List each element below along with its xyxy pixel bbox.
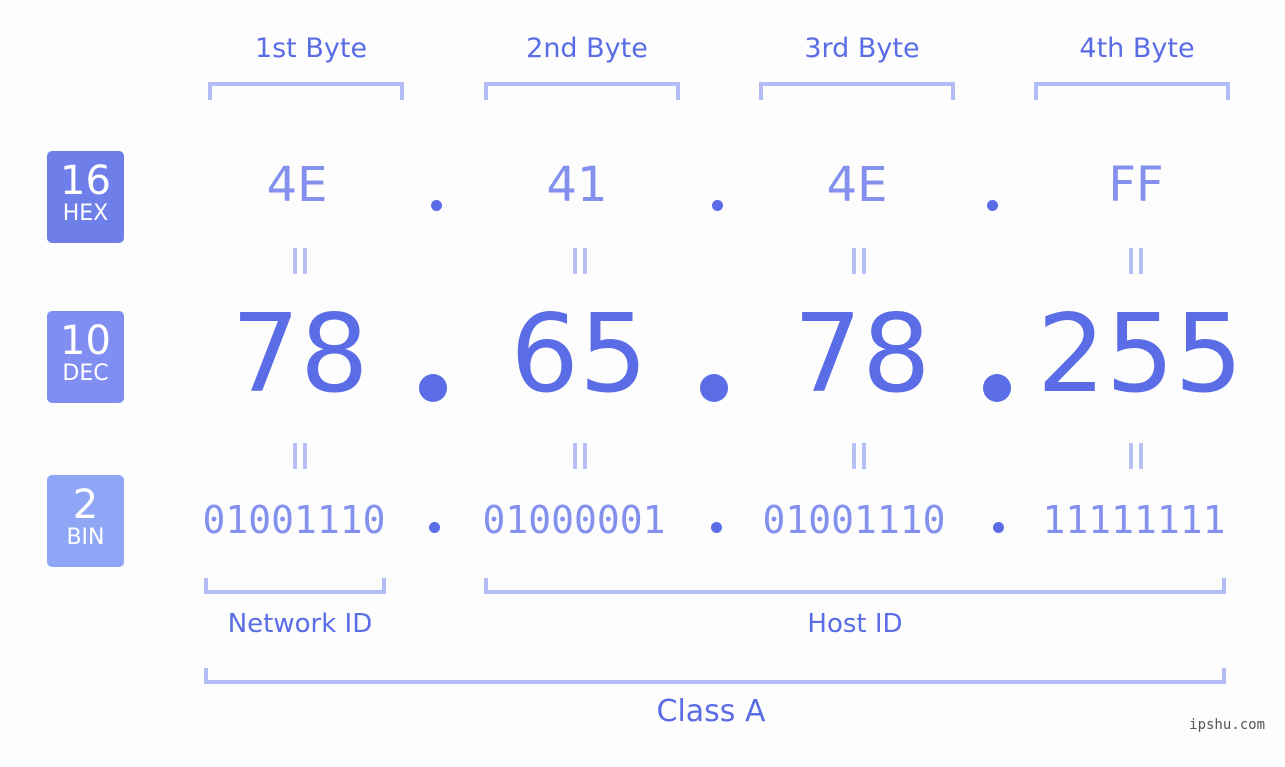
hex-byte-4: FF [1108, 157, 1164, 213]
hex-dot-1 [431, 200, 442, 211]
host-id-label: Host ID [807, 609, 903, 639]
hex-dot-2 [712, 200, 723, 211]
byte-bracket-2 [484, 82, 680, 100]
equals-icon [852, 443, 866, 469]
hex-byte-3: 4E [826, 157, 888, 213]
dec-dot-3 [983, 374, 1011, 402]
byte-label-2: 2nd Byte [526, 33, 648, 64]
bin-byte-1: 01001110 [202, 498, 386, 542]
network-id-label: Network ID [227, 609, 373, 639]
hex-badge: 16 HEX [47, 151, 124, 243]
equals-icon [573, 248, 587, 274]
watermark: ipshu.com [1189, 717, 1265, 733]
dec-byte-2: 65 [510, 292, 648, 417]
class-bracket [204, 668, 1226, 684]
bin-dot-1 [429, 522, 440, 533]
byte-bracket-1 [208, 82, 404, 100]
dec-base-label: DEC [62, 361, 109, 386]
equals-icon [1129, 248, 1143, 274]
bin-dot-2 [711, 522, 722, 533]
network-id-bracket [204, 578, 386, 594]
hex-base-label: HEX [62, 201, 109, 226]
byte-bracket-3 [759, 82, 955, 100]
dec-dot-2 [700, 374, 728, 402]
hex-base-number: 16 [60, 158, 111, 204]
hex-byte-1: 4E [266, 157, 328, 213]
bin-byte-3: 01001110 [762, 498, 946, 542]
dec-byte-1: 78 [231, 292, 369, 417]
equals-icon [293, 443, 307, 469]
bin-badge: 2 BIN [47, 475, 124, 567]
bin-byte-4: 11111111 [1042, 498, 1226, 542]
hex-byte-2: 41 [546, 157, 608, 213]
equals-icon [852, 248, 866, 274]
host-id-bracket [484, 578, 1226, 594]
dec-byte-4: 255 [1036, 292, 1244, 417]
equals-icon [1129, 443, 1143, 469]
class-label: Class A [656, 694, 766, 729]
bin-base-label: BIN [66, 525, 105, 550]
dec-base-number: 10 [60, 318, 111, 364]
equals-icon [573, 443, 587, 469]
hex-dot-3 [987, 200, 998, 211]
dec-dot-1 [419, 374, 447, 402]
byte-bracket-4 [1034, 82, 1230, 100]
bin-byte-2: 01000001 [482, 498, 666, 542]
equals-icon [293, 248, 307, 274]
byte-label-1: 1st Byte [254, 33, 368, 64]
bin-base-number: 2 [72, 482, 99, 528]
dec-byte-3: 78 [793, 292, 931, 417]
byte-label-4: 4th Byte [1079, 33, 1195, 64]
dec-badge: 10 DEC [47, 311, 124, 403]
byte-label-3: 3rd Byte [804, 33, 920, 64]
bin-dot-3 [993, 522, 1004, 533]
